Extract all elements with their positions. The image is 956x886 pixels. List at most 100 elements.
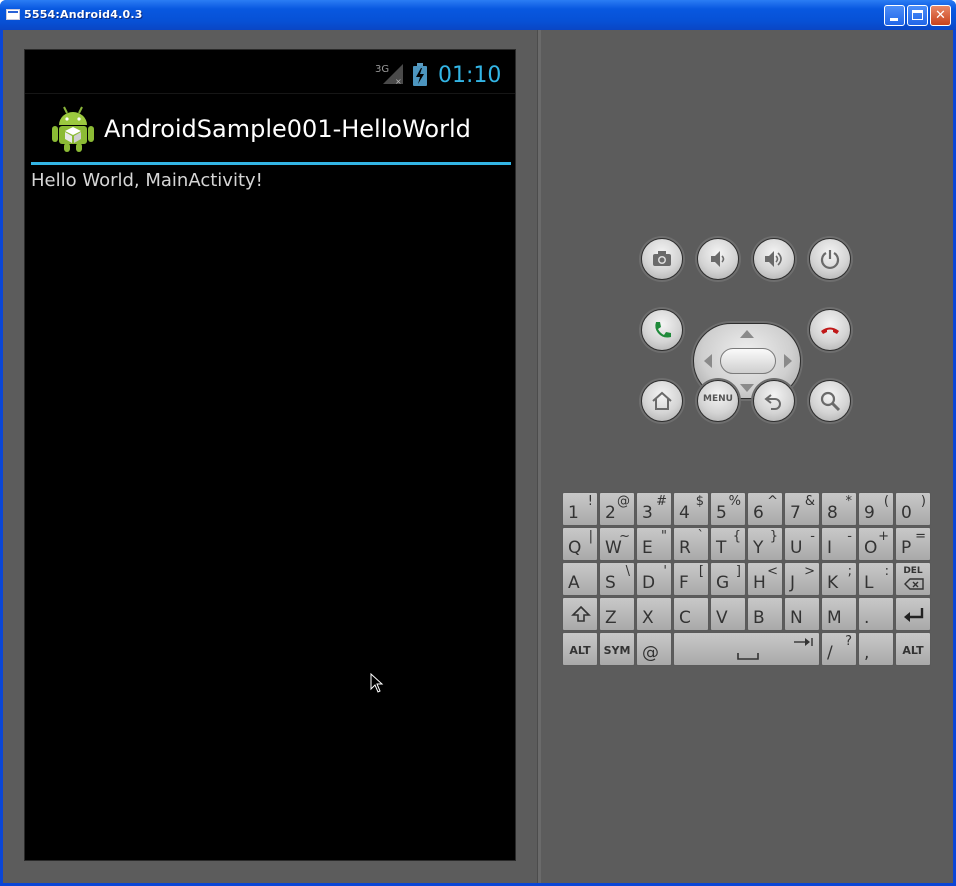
del-label: DEL bbox=[903, 566, 923, 576]
maximize-button[interactable] bbox=[907, 5, 928, 26]
key-q[interactable]: Q | bbox=[562, 527, 598, 561]
key-shift[interactable] bbox=[562, 597, 598, 631]
key-a[interactable]: A bbox=[562, 562, 598, 596]
key-k[interactable]: K; bbox=[821, 562, 857, 596]
key-4[interactable]: 4 $ bbox=[673, 492, 709, 526]
key-m[interactable]: M bbox=[821, 597, 857, 631]
key-d[interactable]: D ' bbox=[636, 562, 672, 596]
volume-down-icon bbox=[711, 251, 725, 267]
back-button[interactable] bbox=[753, 380, 795, 422]
emulator-window: 5554:Android4.0.3 ✕ 3G × 01:10 AndroidSa… bbox=[0, 0, 956, 886]
key-j[interactable]: J > bbox=[784, 562, 820, 596]
close-icon: ✕ bbox=[935, 8, 946, 23]
backspace-icon bbox=[904, 578, 924, 590]
dpad-down-icon[interactable] bbox=[740, 384, 754, 392]
volume-down-button[interactable] bbox=[697, 238, 739, 280]
enter-icon bbox=[904, 608, 924, 622]
key-slash[interactable]: /? bbox=[821, 632, 857, 666]
key-1[interactable]: 1! bbox=[562, 492, 598, 526]
key-del[interactable]: DEL bbox=[895, 562, 931, 596]
minimize-button[interactable] bbox=[884, 5, 905, 26]
space-icon bbox=[737, 653, 759, 660]
emulator-client-area: 3G × 01:10 AndroidSample001-HelloWorld H… bbox=[3, 30, 953, 883]
menu-button[interactable]: MENU bbox=[697, 380, 739, 422]
back-icon bbox=[764, 394, 781, 410]
key-t[interactable]: T{ bbox=[710, 527, 746, 561]
dpad-left-icon[interactable] bbox=[704, 354, 712, 368]
hello-world-text: Hello World, MainActivity! bbox=[31, 170, 263, 191]
android-app-icon bbox=[52, 106, 94, 152]
window-title: 5554:Android4.0.3 bbox=[24, 8, 143, 21]
key-7[interactable]: 7 & bbox=[784, 492, 820, 526]
key-y[interactable]: Y} bbox=[747, 527, 783, 561]
key-z[interactable]: Z bbox=[599, 597, 635, 631]
key-sym[interactable]: SYM bbox=[599, 632, 635, 666]
key-h[interactable]: H < bbox=[747, 562, 783, 596]
app-title: AndroidSample001-HelloWorld bbox=[104, 115, 471, 143]
camera-icon bbox=[653, 251, 671, 266]
key-at[interactable]: @ bbox=[636, 632, 672, 666]
tab-icon bbox=[794, 638, 813, 646]
key-g[interactable]: G] bbox=[710, 562, 746, 596]
panel-separator bbox=[537, 30, 541, 883]
key-space[interactable] bbox=[673, 632, 820, 666]
power-button[interactable] bbox=[809, 238, 851, 280]
key-enter[interactable] bbox=[895, 597, 931, 631]
key-2[interactable]: 2 @ bbox=[599, 492, 635, 526]
network-label: 3G bbox=[375, 64, 389, 75]
key-s[interactable]: S \ bbox=[599, 562, 635, 596]
power-icon bbox=[820, 250, 840, 270]
menu-label: MENU bbox=[703, 394, 733, 404]
camera-button[interactable] bbox=[641, 238, 683, 280]
dpad-center-button[interactable] bbox=[720, 348, 776, 374]
key-r[interactable]: R ` bbox=[673, 527, 709, 561]
key-b[interactable]: B bbox=[747, 597, 783, 631]
svg-text:×: × bbox=[395, 77, 402, 86]
key-u[interactable]: U- bbox=[784, 527, 820, 561]
key-n[interactable]: N bbox=[784, 597, 820, 631]
key-l[interactable]: L: bbox=[858, 562, 894, 596]
key-i[interactable]: I- bbox=[821, 527, 857, 561]
key-9[interactable]: 9( bbox=[858, 492, 894, 526]
key-w[interactable]: W ~ bbox=[599, 527, 635, 561]
end-call-icon bbox=[821, 327, 839, 334]
key-p[interactable]: P = bbox=[895, 527, 931, 561]
search-icon bbox=[820, 391, 841, 412]
close-button[interactable]: ✕ bbox=[930, 5, 951, 26]
key-comma[interactable]: , bbox=[858, 632, 894, 666]
call-icon bbox=[655, 322, 671, 338]
key-alt-right[interactable]: ALT bbox=[895, 632, 931, 666]
volume-up-button[interactable] bbox=[753, 238, 795, 280]
home-icon bbox=[652, 391, 672, 410]
key-e[interactable]: E " bbox=[636, 527, 672, 561]
dpad-up-icon[interactable] bbox=[740, 330, 754, 338]
key-x[interactable]: X bbox=[636, 597, 672, 631]
key-v[interactable]: V bbox=[710, 597, 746, 631]
key-alt-left[interactable]: ALT bbox=[562, 632, 598, 666]
end-call-button[interactable] bbox=[809, 309, 851, 351]
search-button[interactable] bbox=[809, 380, 851, 422]
key-f[interactable]: F[ bbox=[673, 562, 709, 596]
action-bar-divider bbox=[31, 162, 511, 165]
key-0[interactable]: 0) bbox=[895, 492, 931, 526]
key-period[interactable]: . bbox=[858, 597, 894, 631]
maximize-icon bbox=[912, 10, 923, 20]
key-o[interactable]: O + bbox=[858, 527, 894, 561]
key-8[interactable]: 8 * bbox=[821, 492, 857, 526]
key-c[interactable]: C bbox=[673, 597, 709, 631]
shift-icon bbox=[571, 605, 591, 622]
key-5[interactable]: 5% bbox=[710, 492, 746, 526]
key-3[interactable]: 3 # bbox=[636, 492, 672, 526]
title-bar[interactable]: 5554:Android4.0.3 ✕ bbox=[0, 0, 956, 30]
signal-3g-icon: 3G × bbox=[375, 64, 403, 86]
call-button[interactable] bbox=[641, 309, 683, 351]
mouse-cursor-icon bbox=[370, 673, 384, 693]
minimize-icon bbox=[890, 18, 898, 21]
hardware-keyboard: 1! 2 @ 3 # 4 $ 5% 6 ^ 7 & 8 * 9( 0) Q | W ~ E " R… bbox=[562, 492, 934, 674]
dpad-right-icon[interactable] bbox=[784, 354, 792, 368]
volume-up-icon bbox=[765, 251, 782, 267]
status-bar: 3G × 01:10 bbox=[25, 50, 515, 94]
device-screen[interactable]: 3G × 01:10 AndroidSample001-HelloWorld H… bbox=[24, 49, 516, 861]
key-6[interactable]: 6 ^ bbox=[747, 492, 783, 526]
home-button[interactable] bbox=[641, 380, 683, 422]
